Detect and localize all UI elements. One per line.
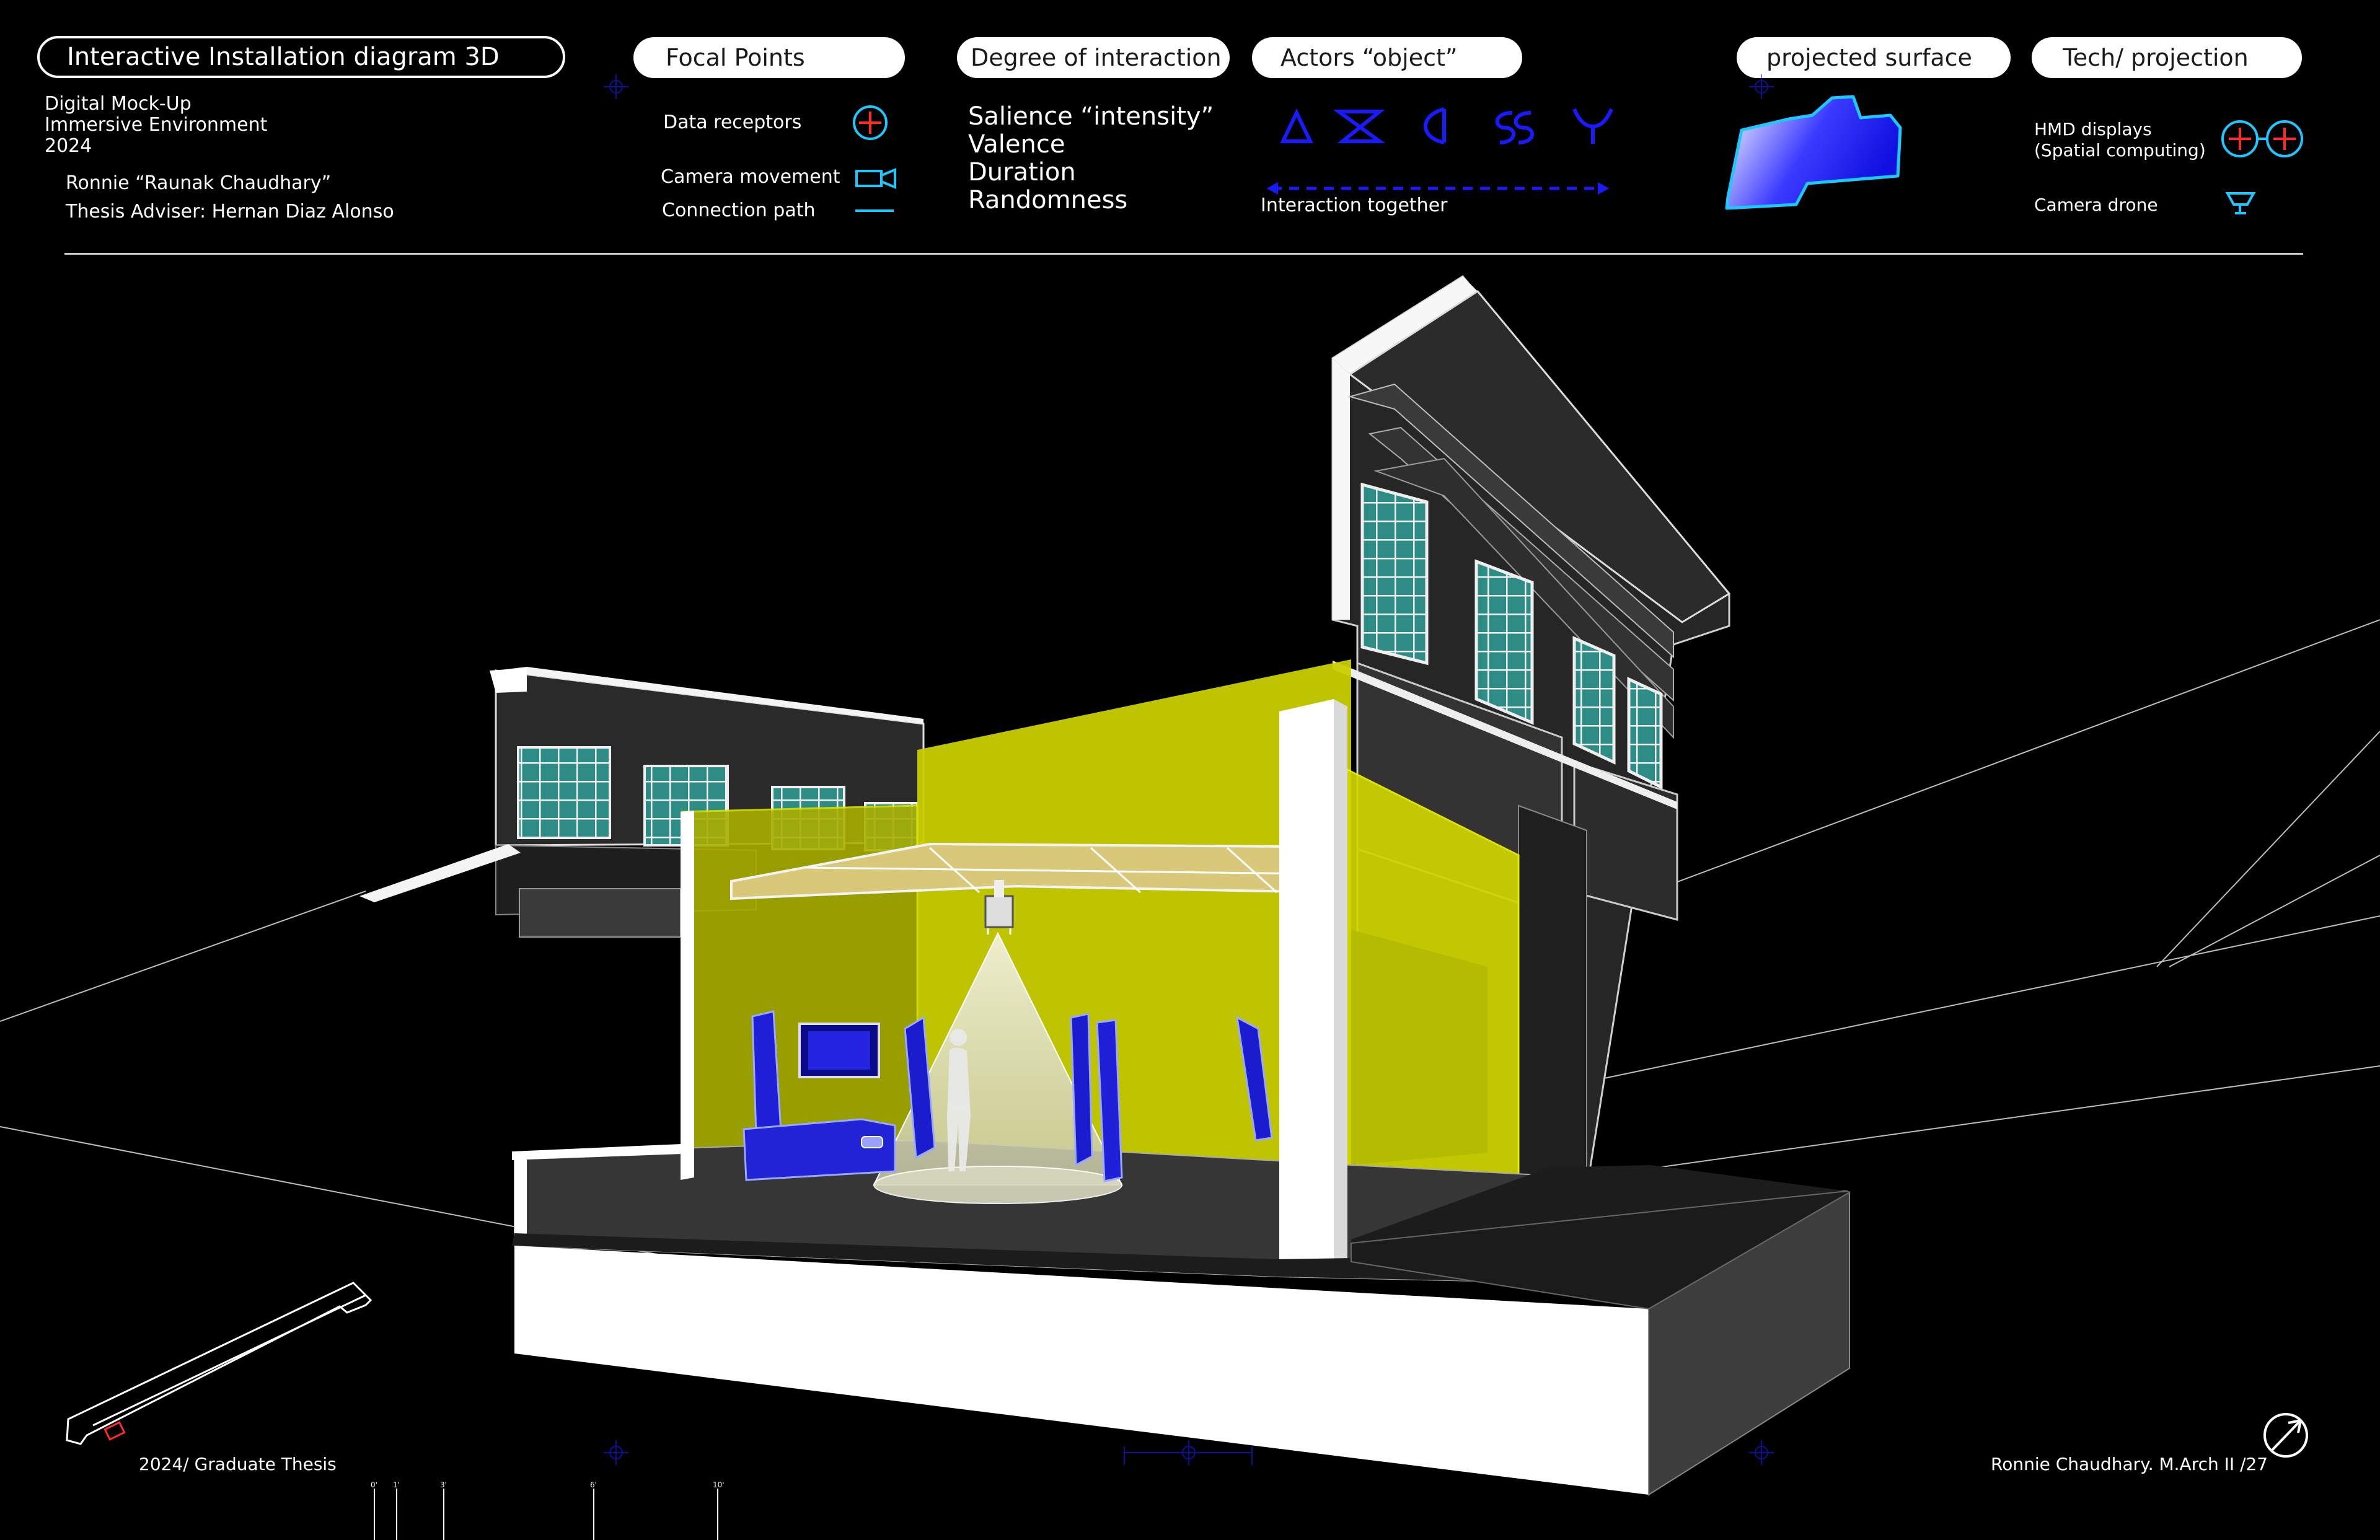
footer-left-label: 2024/ Graduate Thesis: [139, 1454, 337, 1474]
hmd-glasses-icon: [2221, 120, 2303, 157]
fork-glyph-icon: [1572, 108, 1613, 144]
crescent-glyph-icon: [1424, 107, 1446, 144]
scale-tick-label: 6': [590, 1481, 597, 1489]
site-plan-thumbnail: [66, 1282, 372, 1445]
data-receptor-icon: [853, 105, 888, 140]
north-arrow-icon: [2263, 1413, 2308, 1458]
crosshair-mark: [1124, 1440, 1253, 1465]
crosshair-mark: [1749, 74, 1774, 99]
crosshair-mark: [604, 1440, 628, 1465]
hourglass-glyph-icon: [1333, 110, 1386, 143]
interaction-arrow-icon: [1267, 182, 1609, 195]
projected-surface-icon: [1725, 95, 1902, 210]
scale-tick-label: 10': [713, 1481, 725, 1489]
camera-movement-icon: [855, 168, 896, 189]
triangle-glyph-icon: [1280, 108, 1313, 143]
scale-tick-label: 1': [393, 1481, 400, 1489]
crosshair-mark: [1749, 1440, 1774, 1465]
double-s-glyph-icon: [1495, 111, 1535, 144]
inner-reflection: [1351, 930, 1488, 1165]
installation-diagram: 0' 1' 3' 6' 10': [0, 74, 2380, 1540]
scale-bar: [374, 1489, 718, 1540]
footer-right-label: Ronnie Chaudhary. M.Arch II /27: [1991, 1454, 2268, 1474]
scale-tick-label: 3': [440, 1481, 447, 1489]
crosshair-mark: [604, 74, 628, 99]
blue-bench: [743, 1118, 896, 1181]
scale-tick-label: 0': [371, 1481, 377, 1489]
camera-drone-icon: [2225, 192, 2256, 214]
